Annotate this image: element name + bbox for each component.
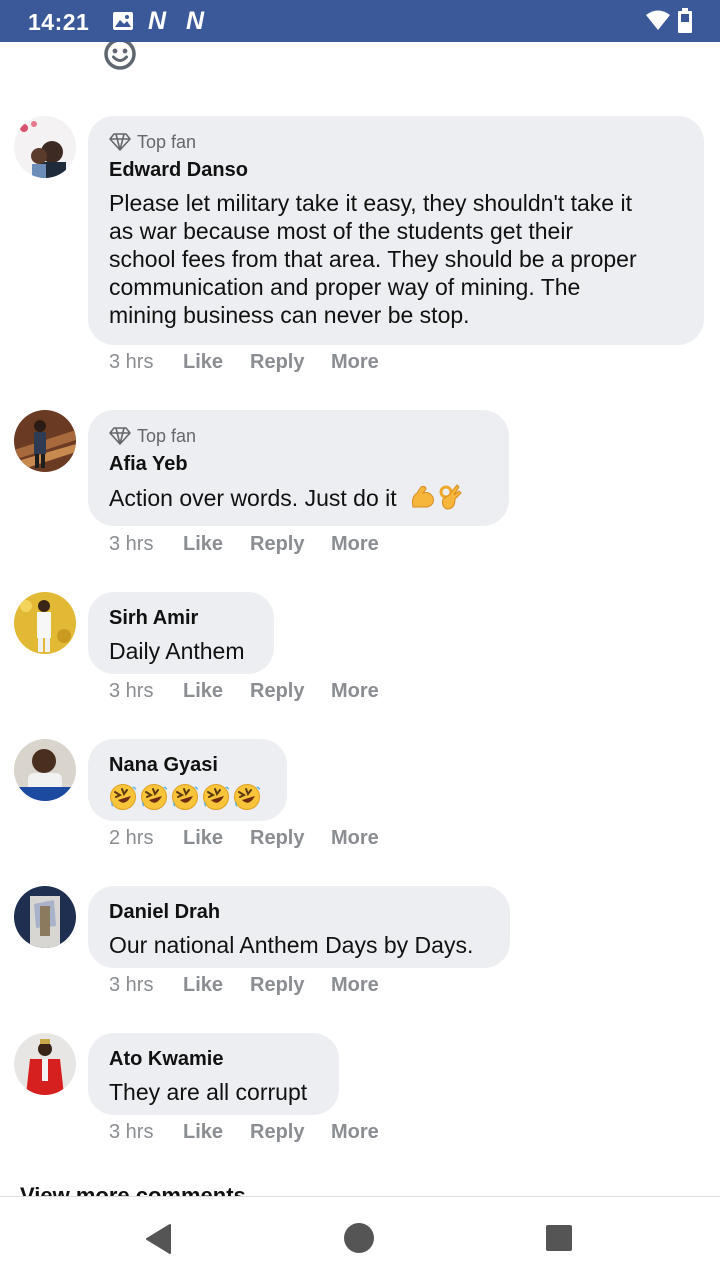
reply-button[interactable]: Reply [250, 974, 304, 997]
commenter-name[interactable]: Afia Yeb [109, 452, 489, 477]
comment-text: Daily Anthem [109, 638, 245, 664]
comment-emojis [109, 783, 267, 811]
gallery-notification-icon [113, 12, 133, 30]
n-notification-icon: N [148, 7, 167, 35]
avatar[interactable] [14, 886, 76, 948]
comment-time: 3 hrs [109, 351, 154, 373]
top-fan-badge: Top fan [109, 130, 684, 154]
commenter-name[interactable]: Daniel Drah [109, 900, 490, 925]
rolling-on-floor-laughing-icon [172, 784, 198, 810]
reply-button[interactable]: Reply [250, 680, 304, 703]
navigation-bar [0, 1197, 720, 1280]
like-button[interactable]: Like [183, 827, 223, 850]
rolling-on-floor-laughing-icon [203, 784, 229, 810]
like-button[interactable]: Like [183, 533, 223, 556]
diamond-icon [109, 133, 131, 151]
comment-bubble[interactable]: Top fan Afia Yeb Action over words. Just… [88, 410, 509, 526]
n-notification-icon-2: N [186, 7, 205, 35]
comment-text-line: mining business can never be stop. [109, 302, 470, 328]
avatar[interactable] [14, 739, 76, 801]
commenter-name[interactable]: Sirh Amir [109, 606, 254, 631]
comment-text: Action over words. Just do it [109, 483, 489, 512]
top-fan-label: Top fan [137, 426, 197, 446]
flexed-biceps-icon [412, 485, 434, 508]
comment-text: Please let military take it easy, they s… [109, 189, 684, 329]
comment-bubble[interactable]: Top fan Edward Danso Please let military… [88, 116, 704, 345]
reply-button[interactable]: Reply [250, 827, 304, 850]
commenter-name[interactable]: Nana Gyasi [109, 753, 267, 778]
back-icon[interactable] [144, 1223, 174, 1255]
comment-time: 3 hrs [109, 1121, 154, 1143]
reply-button[interactable]: Reply [250, 351, 304, 374]
top-fan-label: Top fan [137, 132, 197, 152]
like-button[interactable]: Like [183, 680, 223, 703]
avatar[interactable] [14, 410, 76, 472]
comment-text: Our national Anthem Days by Days. [109, 932, 474, 958]
reply-button[interactable]: Reply [250, 1121, 304, 1144]
more-button[interactable]: More [331, 827, 379, 850]
commenter-name[interactable]: Edward Danso [109, 158, 684, 183]
more-button[interactable]: More [331, 533, 379, 556]
home-icon[interactable] [343, 1222, 375, 1254]
recent-apps-icon[interactable] [545, 1224, 573, 1252]
avatar[interactable] [14, 116, 76, 178]
ok-hand-icon [439, 484, 462, 510]
diamond-icon [109, 427, 131, 445]
top-fan-badge: Top fan [109, 424, 489, 448]
like-button[interactable]: Like [183, 351, 223, 374]
battery-icon [678, 8, 692, 33]
avatar[interactable] [14, 1033, 76, 1095]
like-button[interactable]: Like [183, 974, 223, 997]
comment-text-line: Please let military take it easy, they s… [109, 190, 632, 216]
comment-bubble[interactable]: Ato Kwamie They are all corrupt [88, 1033, 339, 1115]
comment-time: 2 hrs [109, 827, 154, 849]
comment-text: They are all corrupt [109, 1079, 308, 1105]
status-time: 14:21 [28, 9, 90, 35]
more-button[interactable]: More [331, 680, 379, 703]
comment-bubble[interactable]: Sirh Amir Daily Anthem [88, 592, 274, 674]
commenter-name[interactable]: Ato Kwamie [109, 1047, 319, 1072]
comment-time: 3 hrs [109, 680, 154, 702]
comment-bubble[interactable]: Nana Gyasi [88, 739, 287, 821]
comment-text-line: communication and proper way of mining. … [109, 274, 581, 300]
like-button[interactable]: Like [183, 1121, 223, 1144]
comments-list: Top fan Edward Danso Please let military… [0, 42, 720, 1197]
view-more-comments-link[interactable]: View more comments [20, 1183, 246, 1197]
more-button[interactable]: More [331, 351, 379, 374]
emoji-smiley-icon[interactable] [103, 42, 137, 71]
more-button[interactable]: More [331, 1121, 379, 1144]
comment-time: 3 hrs [109, 533, 154, 555]
comment-text-line: school fees from that area. They should … [109, 246, 637, 272]
wifi-icon [646, 10, 670, 30]
comment-bubble[interactable]: Daniel Drah Our national Anthem Days by … [88, 886, 510, 968]
rolling-on-floor-laughing-icon [234, 784, 260, 810]
rolling-on-floor-laughing-icon [141, 784, 167, 810]
reply-button[interactable]: Reply [250, 533, 304, 556]
comment-text-line: Action over words. Just do it [109, 485, 397, 511]
more-button[interactable]: More [331, 974, 379, 997]
avatar[interactable] [14, 592, 76, 654]
rolling-on-floor-laughing-icon [110, 784, 136, 810]
status-bar: 14:21 N N [0, 0, 720, 42]
comment-time: 3 hrs [109, 974, 154, 996]
comment-text-line: as war because most of the students get … [109, 218, 574, 244]
